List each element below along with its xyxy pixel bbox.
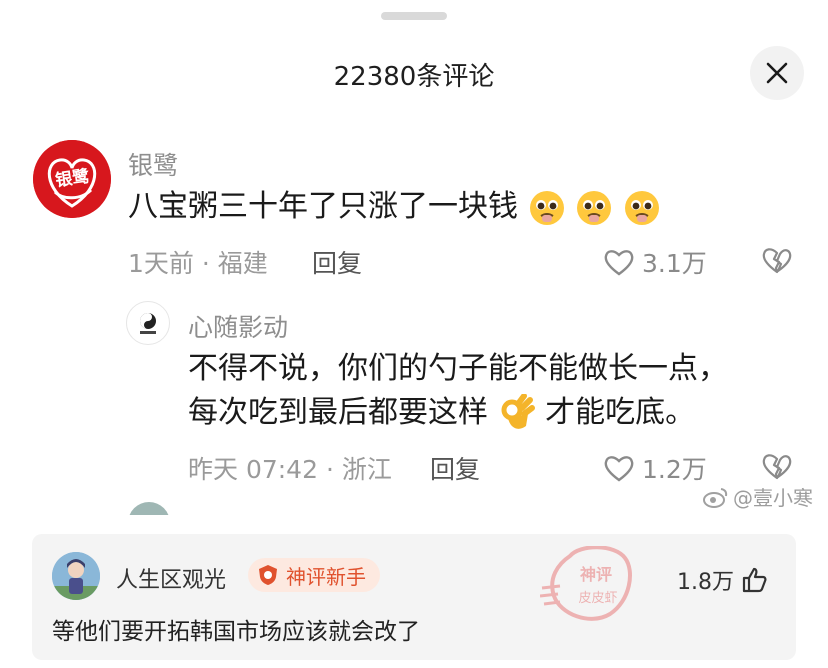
avatar-yinlu[interactable]: 银鹭 — [33, 140, 111, 218]
dislike-button[interactable] — [762, 246, 792, 278]
like-button[interactable]: 1.8万 — [677, 564, 768, 596]
close-icon — [766, 62, 788, 84]
yin-yang-logo-icon — [140, 313, 156, 334]
comment-meta: 昨天 07:42 · 浙江 — [188, 455, 392, 484]
thumbs-up-icon — [742, 567, 767, 593]
badge-label: 神评新手 — [286, 564, 366, 589]
comments-count-title: 22380条评论 — [333, 62, 495, 92]
reply-button[interactable]: 回复 — [430, 450, 480, 486]
like-count: 1.8万 — [677, 570, 734, 595]
like-count: 3.1万 — [642, 249, 707, 278]
comment-meta: 1天前 · 福建 — [128, 249, 268, 278]
watermark-text: @壹小寒 — [733, 486, 813, 510]
comments-sheet: 22380条评论 银鹭 银鹭 八宝粥三十年了只涨了一块钱 1天前 · 福建 回复… — [0, 0, 828, 515]
comment-username[interactable]: 心随影动 — [188, 308, 288, 344]
stamp-line2: 皮皮虾 — [578, 591, 617, 606]
like-button[interactable]: 3.1万 — [604, 244, 707, 280]
broken-heart-icon — [762, 454, 792, 480]
status-badge: 神评新手 — [248, 558, 380, 592]
featured-comment-card: 人生区观光 神评新手 1.8万 等他们要开拓韩国市场应该就会改了 — [32, 534, 796, 660]
drag-handle[interactable] — [381, 12, 447, 20]
comment-text: 八宝粥三十年了只涨了一块钱 — [128, 184, 661, 230]
pleading-face-icon — [577, 190, 612, 225]
reply-button[interactable]: 回复 — [312, 244, 362, 280]
pipixia-stamp-icon: 神评 皮皮虾 — [540, 546, 632, 621]
comment-text-line1: 不得不说，你们的勺子能不能做长一点， — [188, 351, 728, 386]
comment-body-part1: 每次吃到最后都要这样 — [188, 395, 488, 430]
featured-comment-text: 等他们要开拓韩国市场应该就会改了 — [52, 619, 420, 645]
like-count: 1.2万 — [642, 455, 707, 484]
like-button[interactable]: 1.2万 — [604, 450, 707, 486]
comment-body-part2: 才能吃底。 — [545, 395, 696, 430]
pleading-face-icon — [529, 190, 564, 225]
avatar-user[interactable] — [52, 552, 100, 600]
ok-hand-icon — [501, 393, 535, 429]
pleading-face-icon — [624, 190, 659, 225]
weibo-watermark: @壹小寒 — [703, 482, 813, 511]
dislike-button[interactable] — [762, 452, 792, 484]
broken-heart-icon — [762, 248, 792, 274]
heart-outline-icon — [604, 250, 634, 276]
shield-icon — [259, 565, 277, 585]
comment-username[interactable]: 银鹭 — [128, 146, 178, 182]
comment-text-line2: 每次吃到最后都要这样 才能吃底。 — [188, 390, 695, 436]
comment-body: 八宝粥三十年了只涨了一块钱 — [128, 189, 518, 224]
next-comment-avatar[interactable] — [128, 502, 170, 515]
avatar-xinsui[interactable] — [126, 301, 170, 345]
weibo-logo-icon — [703, 487, 728, 508]
heart-outline-icon — [604, 456, 634, 482]
close-button[interactable] — [750, 46, 804, 100]
featured-username[interactable]: 人生区观光 — [116, 562, 226, 594]
character-avatar-icon — [52, 552, 100, 600]
stamp-line1: 神评 — [580, 565, 612, 584]
